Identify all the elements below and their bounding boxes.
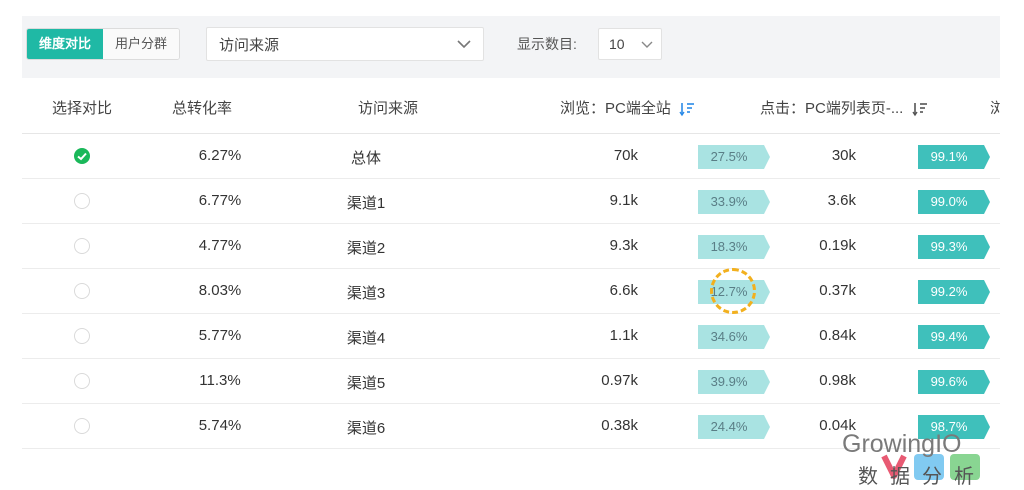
conversion-rate-cell: 6.27% [198,147,242,164]
source-select-value: 访问来源 [219,36,280,54]
clicks-cell: 0.19k [819,237,856,254]
source-cell: 总体 [350,150,381,167]
views-cell: 0.97k [601,372,638,389]
source-cell: 渠道4 [346,330,386,347]
conversion-rate-cell: 5.77% [198,327,242,344]
conversion-rate-cell: 8.03% [198,282,242,299]
views-cell: 9.3k [609,237,638,254]
compare-radio[interactable] [74,418,90,434]
click-percent-badge-label: 99.6% [930,374,968,389]
tab-user-segments[interactable]: 用户分群 [103,29,180,59]
view-percent-badge-label: 18.3% [710,239,748,254]
display-count-select[interactable]: 10 [598,28,662,60]
view-percent-badge-label: 24.4% [710,419,748,434]
source-cell: 渠道3 [346,285,386,302]
display-count-label: 显示数目: [517,36,577,52]
click-percent-badge-label: 99.0% [930,194,968,209]
compare-radio[interactable] [74,373,90,389]
click-percent-badge-label: 99.4% [930,329,968,344]
watermark-brand: GrowingIO [842,430,962,458]
column-header-views[interactable]: 浏览：PC端全站 [560,97,695,118]
column-header-compare: 选择对比 [52,100,113,117]
column-header-clicks[interactable]: 点击：PC端列表页-... [760,97,928,118]
table-row[interactable]: 4.77% 渠道2 9.3k 0.19k 18.3% 99.3% [22,224,1000,269]
click-percent-badge-label: 99.2% [930,284,968,299]
count-select-value: 10 [609,36,625,52]
source-cell: 渠道5 [346,375,386,392]
sort-desc-icon[interactable] [679,101,695,117]
chevron-down-icon [641,41,653,48]
clicks-cell: 3.6k [827,192,856,209]
views-cell: 0.38k [601,417,638,434]
table-row[interactable]: 5.77% 渠道4 1.1k 0.84k 34.6% 99.4% [22,314,1000,359]
views-cell: 1.1k [609,327,638,344]
compare-radio[interactable] [74,193,90,209]
toolbar: 维度对比 用户分群 访问来源 显示数目: 10 [22,16,1000,78]
tab-dimension-compare[interactable]: 维度对比 [27,29,104,59]
column-header-conversion-rate[interactable]: 总转化率 [172,97,232,118]
column-header-source: 访问来源 [358,100,419,117]
analysis-panel: 维度对比 用户分群 访问来源 显示数目: 10 选择对比 总转化率 访问来源 浏… [22,16,1000,450]
conversion-rate-cell: 11.3% [199,372,241,389]
chevron-down-icon [457,40,471,49]
click-percent-badge-label: 99.1% [930,149,968,164]
highlight-annotation-ring [710,268,756,314]
clicks-cell: 0.98k [819,372,856,389]
views-cell: 6.6k [609,282,638,299]
view-percent-badge-label: 33.9% [710,194,748,209]
click-percent-badge-label: 99.3% [930,239,968,254]
watermark: GrowingIO 数据分析 [840,424,1020,490]
compare-radio[interactable] [74,238,90,254]
view-percent-badge-label: 34.6% [710,329,748,344]
table-header: 选择对比 总转化率 访问来源 浏览：PC端全站 点击：PC端列表页-... 浏 [22,78,1000,134]
view-mode-segmented-control: 维度对比 用户分群 [26,28,181,60]
conversion-rate-cell: 5.74% [198,417,242,434]
check-circle-icon[interactable] [74,148,90,164]
clicks-cell: 0.37k [819,282,856,299]
table-row[interactable]: 8.03% 渠道3 6.6k 0.37k 12.7% 99.2% [22,269,1000,314]
clicks-cell: 30k [831,147,856,164]
column-header-truncated: 浏 [990,100,1000,117]
sort-desc-icon[interactable] [911,101,928,117]
view-percent-badge-label: 27.5% [710,149,748,164]
view-percent-badge-label: 39.9% [710,374,748,389]
table-row[interactable]: 6.77% 渠道1 9.1k 3.6k 33.9% 99.0% [22,179,1000,224]
source-cell: 渠道6 [346,420,386,437]
column-header-clicks-label: 点击：PC端列表页-... [760,100,904,117]
source-cell: 渠道1 [346,195,386,212]
source-cell: 渠道2 [346,240,386,257]
table-row[interactable]: 11.3% 渠道5 0.97k 0.98k 39.9% 99.6% [22,359,1000,404]
conversion-rate-cell: 6.77% [198,192,242,209]
compare-radio[interactable] [74,328,90,344]
compare-radio[interactable] [74,283,90,299]
conversion-rate-cell: 4.77% [198,237,242,254]
watermark-subtitle: 数据分析 [858,466,986,488]
source-dimension-select[interactable]: 访问来源 [206,27,484,61]
views-cell: 70k [613,147,638,164]
views-cell: 9.1k [609,192,638,209]
clicks-cell: 0.84k [819,327,856,344]
column-header-views-label: 浏览：PC端全站 [560,100,671,117]
table-row[interactable]: 6.27% 总体 70k 30k 27.5% 99.1% [22,134,1000,179]
